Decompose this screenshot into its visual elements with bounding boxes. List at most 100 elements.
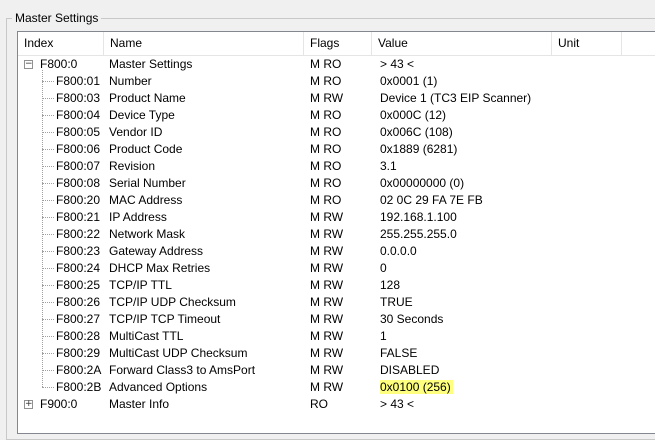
list-header: Index Name Flags Value Unit — [18, 32, 655, 56]
table-row[interactable]: F800:05 Vendor ID M RO 0x006C (108) — [18, 124, 655, 141]
cell-name: MAC Address — [109, 193, 183, 207]
tree-branch — [42, 200, 54, 201]
table-row[interactable]: F800:03 Product Name M RW Device 1 (TC3 EIP… — [18, 90, 655, 107]
cell-value: FALSE — [380, 346, 418, 360]
cell-value: 0x0001 (1) — [380, 74, 438, 88]
table-row[interactable]: F800:20 MAC Address M RO 02 0C 29 FA 7E FB — [18, 192, 655, 209]
cell-name: Master Settings — [109, 57, 193, 71]
cell-name: Device Type — [109, 108, 175, 122]
cell-value: 128 — [380, 278, 401, 292]
column-header-value[interactable]: Value — [372, 32, 552, 55]
table-row[interactable]: − F800:0 Master Settings M RO > 43 < — [18, 56, 655, 73]
tree-branch — [42, 217, 54, 218]
cell-name: Vendor ID — [109, 125, 163, 139]
cell-flags: M RW — [310, 329, 344, 343]
cell-value: TRUE — [380, 295, 413, 309]
column-header-unit[interactable]: Unit — [552, 32, 622, 55]
cell-value: > 43 < — [380, 397, 415, 411]
cell-name: Advanced Options — [109, 380, 208, 394]
table-row[interactable]: F800:08 Serial Number M RO 0x00000000 (0) — [18, 175, 655, 192]
cell-name: Gateway Address — [109, 244, 204, 258]
tree-branch — [42, 234, 54, 235]
cell-value: 0 — [380, 261, 387, 275]
cell-name: TCP/IP UDP Checksum — [109, 295, 236, 309]
cell-flags: M RO — [310, 193, 342, 207]
cell-flags: RO — [310, 397, 328, 411]
cell-name: Network Mask — [109, 227, 186, 241]
table-row[interactable]: F800:29 MultiCast UDP Checksum M RW FALSE — [18, 345, 655, 362]
table-row[interactable]: F800:24 DHCP Max Retries M RW 0 — [18, 260, 655, 277]
column-header-index[interactable]: Index — [18, 32, 104, 55]
table-row[interactable]: F800:21 IP Address M RW 192.168.1.100 — [18, 209, 655, 226]
cell-flags: M RO — [310, 108, 342, 122]
table-row[interactable]: F800:22 Network Mask M RW 255.255.255.0 — [18, 226, 655, 243]
cell-index: F800:0 — [40, 57, 78, 71]
table-row[interactable]: F800:23 Gateway Address M RW 0.0.0.0 — [18, 243, 655, 260]
tree-branch — [42, 268, 54, 269]
cell-flags: M RO — [310, 125, 342, 139]
table-row[interactable]: F800:25 TCP/IP TTL M RW 128 — [18, 277, 655, 294]
tree-branch — [42, 251, 54, 252]
cell-name: Forward Class3 to AmsPort — [109, 363, 256, 377]
tree-branch — [42, 132, 54, 133]
cell-name: IP Address — [109, 210, 167, 224]
cell-flags: M RW — [310, 244, 344, 258]
cell-flags: M RW — [310, 346, 344, 360]
cell-flags: M RW — [310, 278, 344, 292]
cell-value: 0x000C (12) — [380, 108, 447, 122]
cell-name: TCP/IP TCP Timeout — [109, 312, 221, 326]
cell-flags: M RW — [310, 227, 344, 241]
column-header-name[interactable]: Name — [104, 32, 304, 55]
table-row[interactable]: F800:01 Number M RO 0x0001 (1) — [18, 73, 655, 90]
cell-flags: M RO — [310, 57, 342, 71]
cell-value: 0x1889 (6281) — [380, 142, 458, 156]
group-title: Master Settings — [12, 11, 102, 25]
collapse-icon[interactable]: − — [24, 60, 33, 69]
cell-name: DHCP Max Retries — [109, 261, 211, 275]
cell-name: MultiCast UDP Checksum — [109, 346, 248, 360]
table-row[interactable]: F800:27 TCP/IP TCP Timeout M RW 30 Seconds — [18, 311, 655, 328]
cell-flags: M RW — [310, 380, 344, 394]
table-row[interactable]: F800:2A Forward Class3 to AmsPort M RW DISA… — [18, 362, 655, 379]
highlighted-value: 0x0100 (256) — [380, 380, 453, 394]
table-row[interactable]: F800:06 Product Code M RO 0x1889 (6281) — [18, 141, 655, 158]
table-row[interactable]: F800:26 TCP/IP UDP Checksum M RW TRUE — [18, 294, 655, 311]
cell-name: TCP/IP TTL — [109, 278, 172, 292]
cell-value: 0.0.0.0 — [380, 244, 417, 258]
tree-branch — [42, 353, 54, 354]
cell-flags: M RW — [310, 363, 344, 377]
cell-name: Master Info — [109, 397, 170, 411]
cell-value: 0x006C (108) — [380, 125, 453, 139]
cell-value: > 43 < — [380, 57, 415, 71]
cell-value: Device 1 (TC3 EIP Scanner) — [380, 91, 532, 105]
cell-name: Number — [109, 74, 152, 88]
tree-branch — [42, 149, 54, 150]
cell-flags: M RW — [310, 295, 344, 309]
table-row[interactable]: F800:28 MultiCast TTL M RW 1 — [18, 328, 655, 345]
column-header-flags[interactable]: Flags — [304, 32, 372, 55]
tree-branch — [42, 183, 54, 184]
tree-branch — [42, 81, 54, 82]
cell-name: Serial Number — [109, 176, 186, 190]
cell-name: MultiCast TTL — [109, 329, 184, 343]
expand-icon[interactable]: + — [24, 400, 33, 409]
tree-branch — [42, 319, 54, 320]
table-row[interactable]: F800:07 Revision M RO 3.1 — [18, 158, 655, 175]
tree-branch — [42, 336, 54, 337]
tree-branch — [42, 370, 54, 371]
cell-name: Revision — [109, 159, 156, 173]
tree-branch — [42, 302, 54, 303]
tree-branch — [42, 98, 54, 99]
cell-value: 3.1 — [380, 159, 397, 173]
settings-list[interactable]: Index Name Flags Value Unit − F800:0 Maste… — [17, 31, 655, 434]
cell-flags: M RW — [310, 210, 344, 224]
cell-flags: M RO — [310, 176, 342, 190]
cell-value: 0x00000000 (0) — [380, 176, 465, 190]
cell-flags: M RO — [310, 74, 342, 88]
tree-branch — [42, 115, 54, 116]
cell-value: DISABLED — [380, 363, 440, 377]
table-row[interactable]: + F900:0 Master Info RO > 43 < — [18, 396, 655, 413]
table-row[interactable]: F800:2B Advanced Options M RW 0x0100 (256) — [18, 379, 655, 396]
table-row[interactable]: F800:04 Device Type M RO 0x000C (12) — [18, 107, 655, 124]
cell-name: Product Code — [109, 142, 183, 156]
